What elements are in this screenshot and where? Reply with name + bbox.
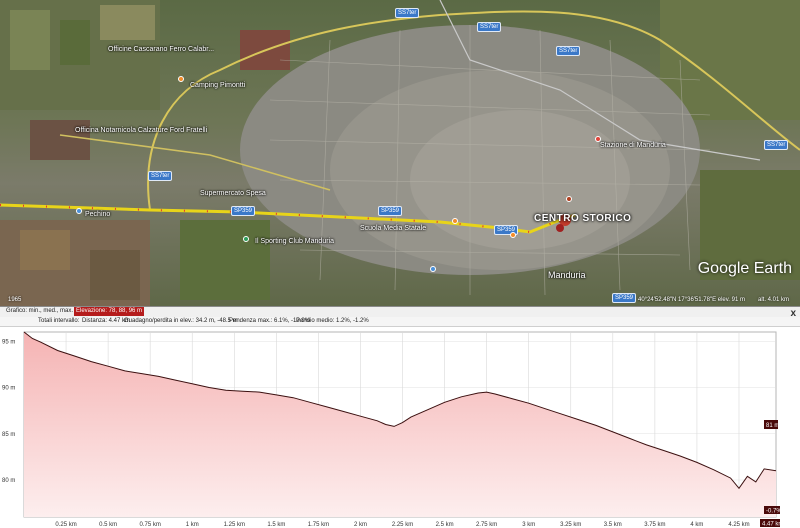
current-elevation-marker[interactable]: 81 m xyxy=(764,420,779,429)
current-elevation-value: 81 m xyxy=(766,423,779,429)
y-tick-label: 85 m xyxy=(2,432,15,438)
y-axis-ticks: 95 m 90 m 85 m 80 m xyxy=(2,339,15,484)
profile-header-bar: Grafico: min., med., max. Elevazione: 78… xyxy=(0,307,800,319)
poi-marker-icon[interactable] xyxy=(566,196,572,202)
map-label[interactable]: Officine Cascarano Ferro Calabr... xyxy=(108,46,214,53)
x-tick-label: 3.5 km xyxy=(604,522,622,528)
map-label[interactable]: Scuola Media Statale xyxy=(360,225,426,232)
town-label[interactable]: Manduria xyxy=(548,270,586,280)
road-badge: SS7ter xyxy=(764,140,789,150)
road-badge: SP359 xyxy=(231,206,256,216)
map-label[interactable]: Pechino xyxy=(85,211,110,218)
satellite-map[interactable]: Officine Cascarano Ferro Calabr... Campi… xyxy=(0,0,800,306)
road-badge: SS7ter xyxy=(148,171,173,181)
elevation-summary-button[interactable]: Elevazione: 78, 88, 96 m xyxy=(74,307,145,316)
cursor-coordinates: 40°24'52.48"N 17°36'51.78"E elev. 91 m xyxy=(638,297,745,303)
map-label[interactable]: Officina Notarnicola Calzature Ford Frat… xyxy=(75,127,207,134)
x-tick-label: 2.25 km xyxy=(392,522,413,528)
x-tick-label: 3.25 km xyxy=(560,522,581,528)
poi-marker-icon[interactable] xyxy=(452,218,458,224)
x-tick-label: 1.5 km xyxy=(267,522,285,528)
poi-marker-icon[interactable] xyxy=(243,236,249,242)
elevation-gain-loss-stat: Guadagno/perdita in elev.: 34.2 m, -48.5… xyxy=(124,318,238,324)
map-label[interactable]: Il Sporting Club Manduria xyxy=(255,238,334,245)
end-distance-value: 4.47 km xyxy=(762,522,783,528)
x-tick-label: 4 km xyxy=(690,522,703,528)
historic-centre-label[interactable]: CENTRO STORICO xyxy=(534,213,631,224)
map-status-bar: 1965 40°24'52.48"N 17°36'51.78"E elev. 9… xyxy=(0,296,800,306)
x-tick-label: 1.75 km xyxy=(308,522,329,528)
poi-marker-icon[interactable] xyxy=(430,266,436,272)
end-slope-marker: -0.7% xyxy=(764,506,782,515)
x-tick-label: 2 km xyxy=(354,522,367,528)
eye-altitude: alt. 4.01 km xyxy=(758,297,790,303)
map-label[interactable]: Supermercato Spesa xyxy=(200,190,266,197)
poi-marker-icon[interactable] xyxy=(510,232,516,238)
imagery-year: 1965 xyxy=(8,297,22,303)
profile-stats-bar: Totali intervallo: Distanza: 4.47 km Gua… xyxy=(0,317,800,327)
x-axis-ticks: 0.25 km 0.5 km 0.75 km 1 km 1.25 km 1.5 km 1.7… xyxy=(55,522,749,528)
x-tick-label: 2.75 km xyxy=(476,522,497,528)
poi-marker-icon[interactable] xyxy=(595,136,601,142)
end-slope-value: -0.7% xyxy=(766,509,782,515)
google-earth-window: Officine Cascarano Ferro Calabr... Campi… xyxy=(0,0,800,528)
poi-marker-icon[interactable] xyxy=(76,208,82,214)
totals-label: Totali intervallo: xyxy=(38,318,80,324)
road-badge: SS7ter xyxy=(556,46,581,56)
x-tick-label: 3 km xyxy=(522,522,535,528)
road-badge: SS7ter xyxy=(395,8,420,18)
elevation-chart[interactable]: 95 m 90 m 85 m 80 m 0.25 km 0.5 km 0.75 km 1 k… xyxy=(0,327,800,528)
x-tick-label: 4.25 km xyxy=(728,522,749,528)
road-badge: SS7ter xyxy=(477,22,502,32)
map-label[interactable]: Stazione di Manduria xyxy=(600,142,666,149)
x-tick-label: 0.75 km xyxy=(140,522,161,528)
x-tick-label: 0.25 km xyxy=(55,522,76,528)
x-tick-label: 1.25 km xyxy=(224,522,245,528)
y-tick-label: 90 m xyxy=(2,386,15,392)
map-label[interactable]: Camping Pimontti xyxy=(190,82,245,89)
road-badge: SP359 xyxy=(378,206,403,216)
y-tick-label: 80 m xyxy=(2,478,15,484)
poi-marker-icon[interactable] xyxy=(178,76,184,82)
x-tick-label: 3.75 km xyxy=(644,522,665,528)
x-tick-label: 2.5 km xyxy=(436,522,454,528)
elevation-profile-panel: Grafico: min., med., max. Elevazione: 78… xyxy=(0,306,800,528)
average-slope-stat: Pendio medio: 1.2%, -1.2% xyxy=(296,318,369,324)
google-earth-logo: Google Earth xyxy=(697,260,792,277)
x-tick-label: 1 km xyxy=(186,522,199,528)
x-tick-label: 0.5 km xyxy=(99,522,117,528)
graph-type-label: Grafico: min., med., max. xyxy=(6,308,74,314)
distance-stat: Distanza: 4.47 km xyxy=(82,318,131,324)
y-tick-label: 95 m xyxy=(2,339,15,345)
end-distance-marker: 4.47 km xyxy=(760,519,783,528)
